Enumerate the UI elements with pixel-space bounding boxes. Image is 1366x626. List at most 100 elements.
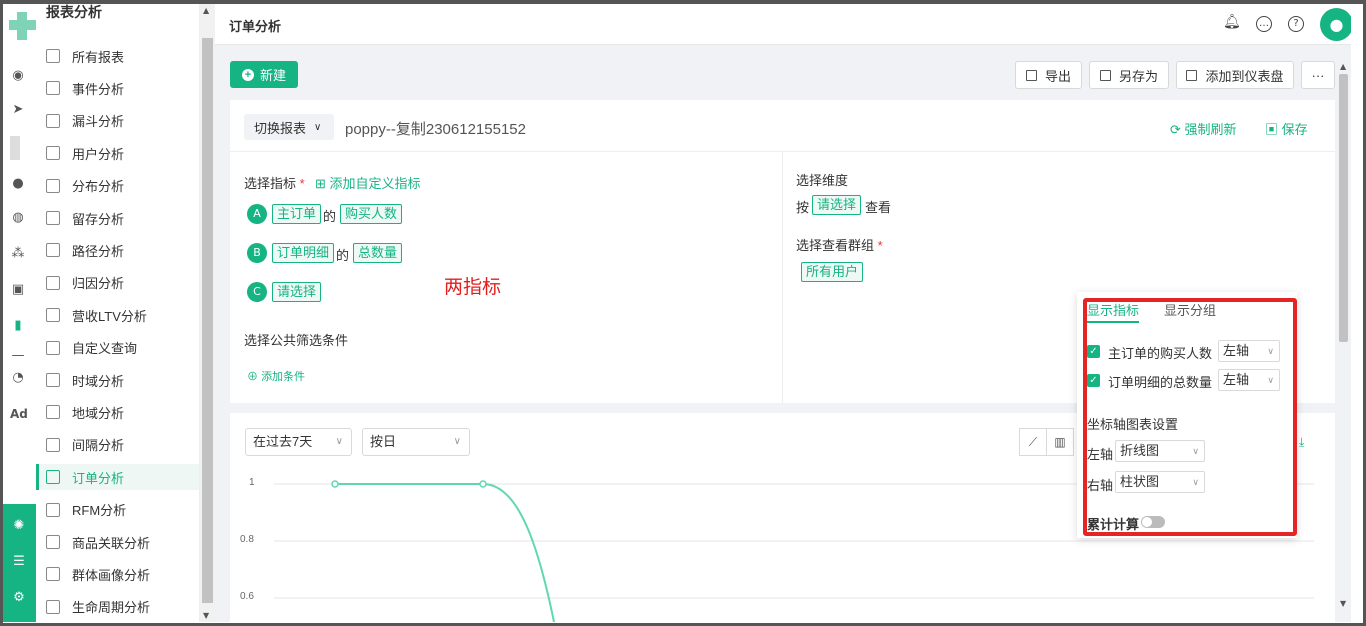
data-point[interactable] — [479, 480, 487, 488]
export-button[interactable]: 导出 — [1015, 61, 1082, 89]
sidebar-item[interactable]: 订单分析 — [36, 464, 199, 491]
axis-select[interactable]: 左轴 ∨ — [1218, 340, 1280, 362]
scroll-down-icon[interactable]: ▼ — [1340, 599, 1346, 608]
force-refresh-label: 强制刷新 — [1184, 122, 1237, 137]
tab-display-metrics[interactable]: 显示指标 — [1087, 300, 1140, 323]
sidebar-item-label: 生命周期分析 — [72, 600, 151, 616]
sidebar-item-label: 留存分析 — [72, 211, 125, 227]
network-icon[interactable]: ✺ — [11, 518, 27, 534]
sidebar-item[interactable]: 营收LTV分析 — [36, 302, 199, 328]
group-chip[interactable]: 所有用户 — [801, 262, 864, 282]
switch-report-label: 切换报表 — [254, 120, 307, 136]
sidebar-item-icon — [46, 49, 60, 63]
users-icon[interactable]: ◍ — [10, 210, 26, 226]
add-custom-metric-label: 添加自定义指标 — [329, 176, 421, 191]
add-custom-metric-button[interactable]: ⊞ 添加自定义指标 — [315, 173, 421, 192]
group-icon[interactable]: ⁂ — [10, 246, 26, 262]
wechat-icon[interactable]: ◔ — [10, 370, 26, 386]
save-report-button[interactable]: ▣ 保存 — [1265, 119, 1308, 138]
checkbox-checked-icon[interactable]: ✓ — [1087, 345, 1100, 358]
sidebar-item[interactable]: 商品关联分析 — [36, 529, 199, 555]
metric-c-entity[interactable]: 请选择 — [272, 282, 322, 302]
user-avatar-icon[interactable]: ● — [1320, 8, 1353, 41]
chat-icon[interactable]: … — [1256, 16, 1272, 32]
granularity-select[interactable]: 按日 ∨ — [362, 428, 470, 456]
sidebar-item[interactable]: 生命周期分析 — [36, 594, 199, 620]
metric-badge-c: C — [247, 282, 267, 302]
metric-b-measure[interactable]: 总数量 — [353, 243, 403, 263]
settings-gear-icon[interactable]: ⚙ — [11, 590, 27, 606]
sidebar-item[interactable]: 归因分析 — [36, 270, 199, 296]
sidebar-title: 报表分析 — [46, 5, 102, 21]
bell-icon[interactable]: 🔔︎ — [1223, 15, 1241, 32]
sidebar-item-label: RFM分析 — [72, 503, 127, 519]
sidebar-scrollbar[interactable]: ▲ ▼ — [200, 4, 215, 622]
sidebar-item[interactable]: 用户分析 — [36, 140, 199, 166]
scroll-down-icon[interactable]: ▼ — [203, 611, 209, 620]
sidebar-item[interactable]: RFM分析 — [36, 497, 199, 523]
add-condition-button[interactable]: ⊕ 添加条件 — [247, 368, 305, 384]
sidebar-item[interactable]: 自定义查询 — [36, 335, 199, 361]
left-axis-chart-value: 折线图 — [1120, 443, 1160, 458]
metric-b-entity[interactable]: 订单明细 — [272, 243, 335, 263]
placeholder-icon — [10, 136, 20, 160]
send-icon[interactable]: ➤ — [10, 102, 26, 118]
divider-icon: — — [11, 348, 25, 363]
server-icon[interactable]: ☰ — [11, 554, 27, 570]
sidebar-item[interactable]: 分布分析 — [36, 173, 199, 199]
data-point[interactable] — [331, 480, 339, 488]
cumulative-toggle[interactable] — [1141, 516, 1165, 528]
left-axis-chart-select[interactable]: 折线图 ∨ — [1115, 440, 1205, 462]
more-button[interactable]: ··· — [1301, 61, 1335, 89]
main-scroll-thumb[interactable] — [1339, 74, 1348, 342]
sidebar-item-label: 分布分析 — [72, 179, 125, 195]
help-icon[interactable]: ? — [1288, 16, 1304, 32]
report-chart-icon[interactable]: ▮ — [10, 318, 26, 334]
sidebar: 报表分析 所有报表事件分析漏斗分析用户分析分布分析留存分析路径分析归因分析营收L… — [36, 4, 200, 622]
y-tick: 0.8 — [240, 534, 254, 545]
report-header: 切换报表 ∨ poppy--复制230612155152 ⟳ 强制刷新 ▣ 保存 — [230, 100, 1335, 152]
right-axis-chart-select[interactable]: 柱状图 ∨ — [1115, 471, 1205, 493]
scroll-up-icon[interactable]: ▲ — [1340, 62, 1346, 71]
sidebar-item[interactable]: 时域分析 — [36, 367, 199, 393]
sidebar-item[interactable]: 路径分析 — [36, 237, 199, 263]
new-button[interactable]: + 新建 — [230, 61, 298, 88]
export-icon — [1025, 69, 1037, 81]
right-axis-chart-value: 柱状图 — [1120, 474, 1160, 489]
sidebar-item[interactable]: 地域分析 — [36, 399, 199, 425]
download-icon[interactable]: ⤓ — [1299, 435, 1304, 450]
dashboard-icon[interactable]: ◉ — [10, 68, 26, 84]
switch-report-button[interactable]: 切换报表 ∨ — [244, 114, 334, 140]
line-chart-icon[interactable]: ⟋ — [1019, 428, 1047, 456]
sidebar-item-label: 地域分析 — [72, 405, 125, 421]
force-refresh-button[interactable]: ⟳ 强制刷新 — [1170, 119, 1237, 138]
sidebar-item[interactable]: 漏斗分析 — [36, 108, 199, 134]
date-range-select[interactable]: 在过去7天 ∨ — [245, 428, 352, 456]
sidebar-item-icon — [46, 405, 60, 420]
user-icon[interactable]: ● — [10, 176, 26, 192]
ad-icon[interactable]: Ad — [10, 406, 28, 422]
tab-display-groups[interactable]: 显示分组 — [1164, 300, 1216, 319]
sidebar-item[interactable]: 群体画像分析 — [36, 561, 199, 587]
checkbox-checked-icon[interactable]: ✓ — [1087, 374, 1100, 387]
scroll-up-icon[interactable]: ▲ — [203, 6, 209, 15]
sidebar-item[interactable]: 所有报表 — [36, 43, 199, 69]
bookmark-icon[interactable]: ▣ — [10, 282, 26, 298]
sidebar-scroll-thumb[interactable] — [202, 38, 213, 603]
dimension-select-chip[interactable]: 请选择 — [812, 195, 862, 215]
sidebar-item-icon — [46, 437, 60, 452]
bar-chart-icon[interactable]: ▥ — [1046, 428, 1074, 456]
metric-a-measure[interactable]: 购买人数 — [340, 204, 403, 224]
main-scrollbar[interactable]: ▲ ▼ — [1336, 62, 1351, 608]
axis-select[interactable]: 左轴 ∨ — [1218, 369, 1280, 391]
sidebar-item[interactable]: 留存分析 — [36, 205, 199, 231]
add-dashboard-button[interactable]: 添加到仪表盘 — [1176, 61, 1294, 89]
right-edge — [1351, 4, 1363, 622]
sidebar-item-icon — [46, 81, 60, 96]
sidebar-item[interactable]: 事件分析 — [36, 75, 199, 101]
metric-a-entity[interactable]: 主订单 — [272, 204, 322, 224]
save-as-button[interactable]: 另存为 — [1089, 61, 1169, 89]
icon-rail: ◉ ➤ ● ◍ ⁂ ▣ ▮ — ◔ Ad ✺ ☰ ⚙ — [3, 4, 37, 622]
sidebar-item[interactable]: 间隔分析 — [36, 432, 199, 458]
page-title: 订单分析 — [229, 20, 282, 35]
